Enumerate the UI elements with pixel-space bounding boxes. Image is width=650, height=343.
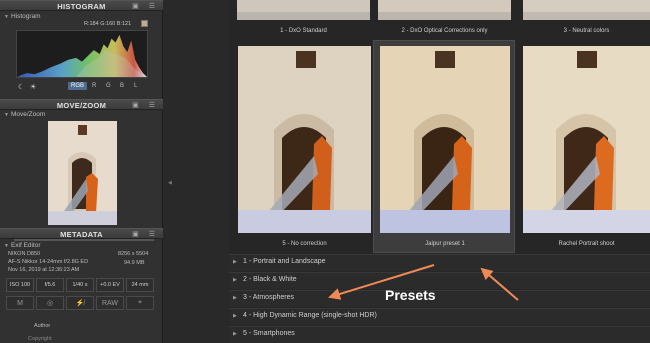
file-size: 94.9 MB <box>124 260 145 266</box>
channel-l[interactable]: L <box>134 83 137 89</box>
collapse-arrow-icon[interactable]: ◀ <box>168 180 172 186</box>
focal-length-value: 24 mm <box>126 278 154 292</box>
preset-caption: 3 - Neutral colors <box>563 28 610 34</box>
image-resolution: 8256 x 5504 <box>118 251 149 257</box>
aperture-value: f/5.6 <box>36 278 64 292</box>
sun-icon[interactable]: ☀ <box>30 83 36 91</box>
metadata-section-header[interactable]: METADATA ▣ ☰ <box>0 228 163 239</box>
raw-badge: RAW <box>96 296 124 310</box>
navigator-preview-image[interactable] <box>48 121 117 225</box>
movezoom-subtitle: Move/Zoom <box>10 111 46 118</box>
collapse-triangle-icon[interactable]: ▼ <box>4 112 9 118</box>
location-pin-icon: ⌖ <box>126 296 154 310</box>
preset-caption: 5 - No correction <box>282 241 327 247</box>
preset-thumbnail-selected[interactable] <box>380 46 510 233</box>
lens-model: AF-S Nikkor 14-24mm f/2.8G ED <box>8 259 89 265</box>
exposure-comp-value: +0.0 EV <box>96 278 124 292</box>
movezoom-section-header[interactable]: MOVE/ZOOM ▣ ☰ <box>0 99 163 110</box>
annotation-presets-label: Presets <box>385 287 436 303</box>
histogram-subtitle: Histogram <box>10 13 41 20</box>
expand-triangle-icon[interactable]: ▶ <box>233 277 237 283</box>
expand-triangle-icon[interactable]: ▶ <box>233 313 237 319</box>
left-panel: HISTOGRAM ▣ ☰ ▼ Histogram R:184 G:160 B:1… <box>0 0 163 343</box>
exposure-info-row: ISO 100 f/5.6 1/40 s +0.0 EV 24 mm <box>6 278 156 292</box>
preset-caption-selected: Jaipur preset 1 <box>425 241 465 247</box>
preset-thumbnail[interactable] <box>523 0 650 20</box>
channel-r[interactable]: R <box>92 83 96 89</box>
camera-model: NIKON D850 <box>8 251 41 257</box>
capture-date: Nov 16, 2019 at 12:36:23 AM <box>8 267 80 273</box>
preset-thumbnail[interactable] <box>523 46 650 233</box>
histogram-readout: R:184 G:160 B:121 <box>84 21 132 27</box>
preset-caption: 2 - DxO Optical Corrections only <box>401 28 488 34</box>
metering-icon: ◎ <box>36 296 64 310</box>
section-controls[interactable]: ▣ ☰ <box>132 2 159 10</box>
histogram-graph <box>16 30 148 78</box>
preset-caption: 1 - DxO Standard <box>280 28 327 34</box>
preset-group-row[interactable]: ▶ 2 - Black & White <box>229 272 650 289</box>
preset-group-row[interactable]: ▶ 4 - High Dynamic Range (single-shot HD… <box>229 308 650 325</box>
expand-triangle-icon[interactable]: ▶ <box>233 295 237 301</box>
preset-group-row[interactable]: ▶ 5 - Smartphones <box>229 326 650 343</box>
preset-group-label: 5 - Smartphones <box>243 330 295 337</box>
metadata-tab-strip[interactable] <box>14 239 154 241</box>
mode-badge: M <box>6 296 34 310</box>
section-controls[interactable]: ▣ ☰ <box>132 230 159 238</box>
preset-thumbnail[interactable] <box>238 46 371 233</box>
copyright-label: Copyright <box>28 336 52 342</box>
color-swatch <box>141 20 148 27</box>
shutter-value: 1/40 s <box>66 278 94 292</box>
channel-rgb[interactable]: RGB <box>68 82 88 90</box>
expand-triangle-icon[interactable]: ▶ <box>233 259 237 265</box>
iso-value: ISO 100 <box>6 278 34 292</box>
preset-thumbnail[interactable] <box>378 0 511 20</box>
preset-group-label: 3 - Atmospheres <box>243 294 294 301</box>
histogram-channel-row: ☾ ☀ RGB R G B L <box>18 82 150 93</box>
flash-off-icon: ⚡̸ <box>66 296 94 310</box>
preset-group-row[interactable]: ▶ 1 - Portrait and Landscape <box>229 254 650 271</box>
collapse-triangle-icon[interactable]: ▼ <box>4 14 9 20</box>
preset-group-label: 2 - Black & White <box>243 276 297 283</box>
channel-b[interactable]: B <box>120 83 124 89</box>
exif-editor-subheader[interactable]: ▼ Exif Editor <box>4 242 41 249</box>
preset-thumbnail[interactable] <box>237 0 370 20</box>
preset-group-label: 4 - High Dynamic Range (single-shot HDR) <box>243 312 377 319</box>
expand-triangle-icon[interactable]: ▶ <box>233 331 237 337</box>
panel-divider[interactable]: ◀ <box>163 0 229 343</box>
histogram-subheader[interactable]: ▼ Histogram <box>4 13 41 20</box>
preset-group-label: 1 - Portrait and Landscape <box>243 258 326 265</box>
movezoom-subheader[interactable]: ▼ Move/Zoom <box>4 111 45 118</box>
author-label: Author <box>34 323 51 329</box>
histogram-section-header[interactable]: HISTOGRAM ▣ ☰ <box>0 0 163 11</box>
preset-group-row[interactable]: ▶ 3 - Atmospheres <box>229 290 650 307</box>
preset-caption: Rachel Portrait shoot <box>558 241 615 247</box>
exif-editor-subtitle: Exif Editor <box>10 242 41 249</box>
channel-g[interactable]: G <box>106 83 111 89</box>
shooting-mode-row: M ◎ ⚡̸ RAW ⌖ <box>6 296 156 310</box>
moon-icon[interactable]: ☾ <box>18 83 24 91</box>
section-controls[interactable]: ▣ ☰ <box>132 101 159 109</box>
preset-browser: 1 - DxO Standard 2 - DxO Optical Correct… <box>229 0 650 343</box>
collapse-triangle-icon[interactable]: ▼ <box>4 243 9 249</box>
